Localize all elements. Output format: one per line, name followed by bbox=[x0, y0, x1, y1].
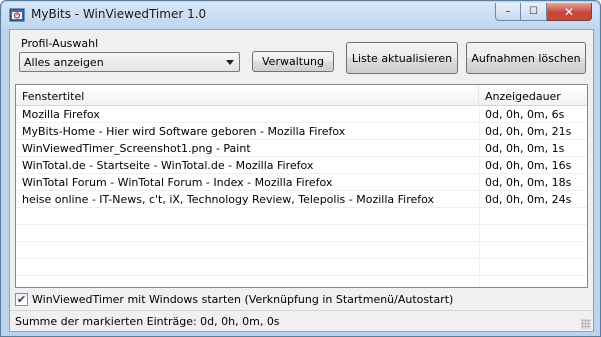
empty-row bbox=[16, 259, 587, 276]
row-title: MyBits-Home - Hier wird Software geboren… bbox=[22, 125, 346, 138]
row-title: WinTotal Forum - WinTotal Forum - Index … bbox=[22, 176, 333, 189]
empty-row bbox=[16, 242, 587, 259]
list-item[interactable]: MyBits-Home - Hier wird Software geboren… bbox=[16, 123, 587, 140]
checkmark-icon: ✔ bbox=[16, 293, 27, 306]
window-list[interactable]: Fenstertitel Anzeigedauer Mozilla Firefo… bbox=[15, 84, 588, 288]
resize-grip-icon[interactable] bbox=[581, 319, 591, 329]
list-header: Fenstertitel Anzeigedauer bbox=[16, 85, 587, 106]
title-bar[interactable]: MyBits - WinViewedTimer 1.0 – ☐ ✕ bbox=[2, 2, 599, 28]
list-item[interactable]: WinViewedTimer_Screenshot1.png - Paint 0d… bbox=[16, 140, 587, 157]
status-text: Summe der markierten Einträge: 0d, 0h, 0… bbox=[15, 315, 280, 328]
list-item[interactable]: WinTotal.de - Startseite - WinTotal.de -… bbox=[16, 157, 587, 174]
status-bar: Summe der markierten Einträge: 0d, 0h, 0… bbox=[10, 310, 593, 331]
close-button[interactable]: ✕ bbox=[547, 3, 592, 21]
row-duration: 0d, 0h, 0m, 6s bbox=[485, 108, 565, 121]
verwaltung-button[interactable]: Verwaltung bbox=[252, 51, 334, 72]
empty-row bbox=[16, 208, 587, 225]
refresh-list-button[interactable]: Liste aktualisieren bbox=[346, 42, 458, 74]
profile-select-value: Alles anzeigen bbox=[24, 56, 104, 69]
list-rows: Mozilla Firefox 0d, 0h, 0m, 6s MyBits-Hom… bbox=[16, 106, 587, 276]
chevron-down-icon bbox=[226, 60, 234, 65]
window-title: MyBits - WinViewedTimer 1.0 bbox=[31, 7, 207, 21]
column-header-title[interactable]: Fenstertitel bbox=[16, 85, 479, 106]
profile-select[interactable]: Alles anzeigen bbox=[19, 52, 240, 72]
profile-label: Profil-Auswahl bbox=[21, 37, 99, 50]
app-icon bbox=[9, 8, 25, 22]
row-title: heise online - IT-News, c't, iX, Technol… bbox=[22, 193, 435, 206]
autostart-label[interactable]: WinViewedTimer mit Windows starten (Verk… bbox=[32, 293, 453, 306]
row-duration: 0d, 0h, 0m, 24s bbox=[485, 193, 572, 206]
minimize-button[interactable]: – bbox=[495, 3, 521, 21]
app-window: MyBits - WinViewedTimer 1.0 – ☐ ✕ Profil… bbox=[0, 0, 601, 337]
row-duration: 0d, 0h, 0m, 21s bbox=[485, 125, 572, 138]
autostart-checkbox[interactable]: ✔ bbox=[15, 293, 28, 306]
delete-recordings-button[interactable]: Aufnahmen löschen bbox=[466, 42, 586, 74]
client-area: Profil-Auswahl Alles anzeigen Verwaltung… bbox=[9, 29, 594, 332]
row-duration: 0d, 0h, 0m, 16s bbox=[485, 159, 572, 172]
maximize-button[interactable]: ☐ bbox=[521, 3, 547, 21]
row-title: Mozilla Firefox bbox=[22, 108, 100, 121]
list-item[interactable]: heise online - IT-News, c't, iX, Technol… bbox=[16, 191, 587, 208]
row-duration: 0d, 0h, 0m, 1s bbox=[485, 142, 565, 155]
row-duration: 0d, 0h, 0m, 18s bbox=[485, 176, 572, 189]
list-item[interactable]: Mozilla Firefox 0d, 0h, 0m, 6s bbox=[16, 106, 587, 123]
column-header-duration[interactable]: Anzeigedauer bbox=[479, 85, 587, 106]
row-title: WinTotal.de - Startseite - WinTotal.de -… bbox=[22, 159, 314, 172]
empty-row bbox=[16, 225, 587, 242]
list-item[interactable]: WinTotal Forum - WinTotal Forum - Index … bbox=[16, 174, 587, 191]
row-title: WinViewedTimer_Screenshot1.png - Paint bbox=[22, 142, 251, 155]
